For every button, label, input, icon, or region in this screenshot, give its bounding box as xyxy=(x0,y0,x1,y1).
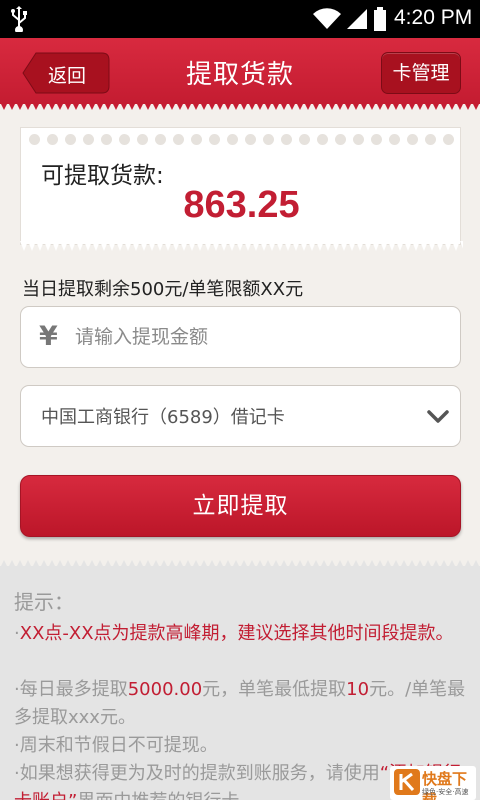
perforation-hole xyxy=(281,134,292,145)
perforation-hole xyxy=(29,134,40,145)
perforation-hole xyxy=(299,134,310,145)
perforation-hole xyxy=(209,134,220,145)
perforation-hole xyxy=(227,134,238,145)
balance-card: 可提取货款: 863.25 xyxy=(20,127,463,251)
perforation-hole xyxy=(83,134,94,145)
watermark-subtitle: 绿色·安全·高速 xyxy=(422,788,469,796)
amount-input-box[interactable]: ¥ xyxy=(20,306,461,368)
perforation-hole xyxy=(263,134,274,145)
watermark-logo: 快盘下载 绿色·安全·高速 xyxy=(390,766,476,800)
tip-highlight: 10 xyxy=(346,679,370,700)
balance-amount: 863.25 xyxy=(183,184,300,226)
card-manage-button[interactable]: 卡管理 xyxy=(381,52,461,94)
clock: 4:20 PM xyxy=(394,6,473,29)
tip-text: 周末和节假日不可提现。 xyxy=(19,735,218,756)
yen-icon: ¥ xyxy=(39,321,58,352)
bank-card-selected: 中国工商银行（6589）借记卡 xyxy=(41,407,285,428)
chevron-down-icon xyxy=(427,410,449,423)
ticket-perforation xyxy=(29,134,454,148)
tip-item: ·XX点-XX点为提款高峰期，建议选择其他时间段提款。 xyxy=(14,623,454,644)
perforation-hole xyxy=(173,134,184,145)
perforation-hole xyxy=(425,134,436,145)
tip-item: ·每日最多提取5000.00元，单笔最低提取10元。/单笔最多提取xxx元。 xyxy=(14,679,466,728)
tips-heading: 提示： xyxy=(14,590,74,614)
tip-text: 如果想获得更为及时的提款到账服务，请使用 xyxy=(19,763,380,784)
ticket-scallop-edge xyxy=(20,241,463,251)
perforation-hole xyxy=(191,134,202,145)
perforation-hole xyxy=(65,134,76,145)
tip-text: XX点-XX点为提款高峰期，建议选择其他时间段提款。 xyxy=(19,623,454,644)
perforation-hole xyxy=(101,134,112,145)
amount-input[interactable] xyxy=(75,321,435,353)
perforation-hole xyxy=(137,134,148,145)
usb-icon xyxy=(11,6,27,32)
tips-panel: 提示： ·XX点-XX点为提款高峰期，建议选择其他时间段提款。 ·每日最多提取5… xyxy=(0,560,480,800)
perforation-hole xyxy=(443,134,454,145)
tip-text: 元，单笔最低提取 xyxy=(202,679,347,700)
tip-text: 界面中推荐的银行卡 xyxy=(77,791,239,800)
wifi-icon xyxy=(313,8,341,29)
perforation-hole xyxy=(371,134,382,145)
bank-card-select[interactable]: 中国工商银行（6589）借记卡 xyxy=(20,385,461,447)
withdraw-now-button[interactable]: 立即提取 xyxy=(20,475,461,537)
tips-scallop-edge xyxy=(0,560,480,568)
battery-icon xyxy=(374,7,386,31)
tip-highlight: 5000.00 xyxy=(127,679,203,700)
title-bar: 返回 提取货款 卡管理 xyxy=(0,38,480,110)
status-bar: 4:20 PM xyxy=(0,0,480,38)
signal-icon xyxy=(347,9,367,29)
perforation-hole xyxy=(245,134,256,145)
perforation-hole xyxy=(407,134,418,145)
perforation-hole xyxy=(317,134,328,145)
perforation-hole xyxy=(389,134,400,145)
perforation-hole xyxy=(47,134,58,145)
perforation-hole xyxy=(335,134,346,145)
perforation-hole xyxy=(119,134,130,145)
perforation-hole xyxy=(353,134,364,145)
title-bar-scallop xyxy=(0,102,480,110)
watermark-k-icon xyxy=(394,769,420,795)
perforation-hole xyxy=(155,134,166,145)
tip-text: 每日最多提取 xyxy=(19,679,128,700)
withdraw-limit-text: 当日提取剩余500元/单笔限额XX元 xyxy=(22,279,304,300)
tip-item: ·周末和节假日不可提现。 xyxy=(14,735,218,756)
